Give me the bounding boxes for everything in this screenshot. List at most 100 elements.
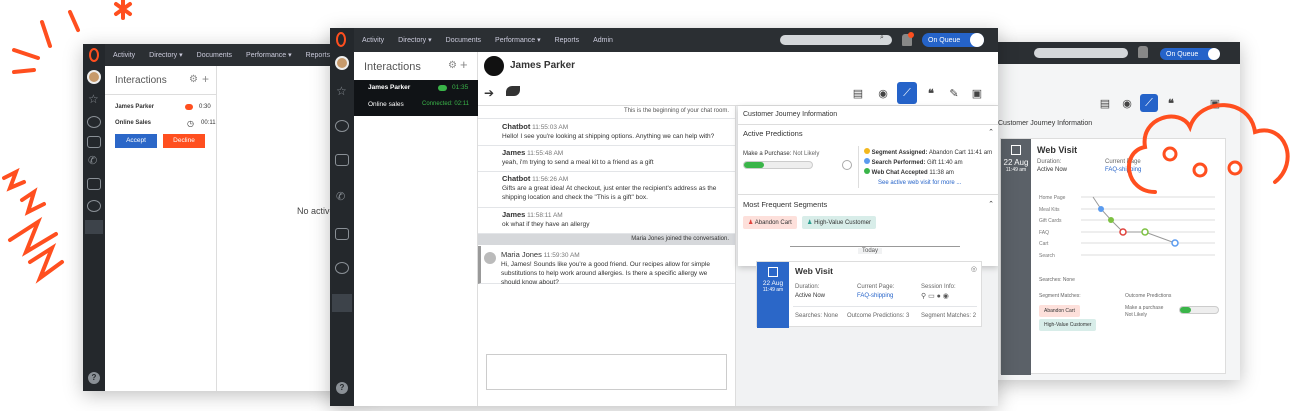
nav-directory[interactable]: Directory ▾ <box>398 36 431 44</box>
inbox-icon[interactable] <box>87 178 101 190</box>
interaction-item-james[interactable]: James Parker 01:35 <box>354 84 478 98</box>
settings-icon[interactable]: ⚙ <box>189 74 198 85</box>
interactions-icon[interactable] <box>332 294 352 312</box>
video-icon[interactable] <box>87 136 101 148</box>
chat-status-icon <box>438 85 447 91</box>
nav-activity[interactable]: Activity <box>113 52 135 59</box>
chat-icon[interactable] <box>87 116 101 128</box>
help-icon[interactable]: ? <box>88 372 100 384</box>
event-value: Gift <box>927 160 937 166</box>
interaction-item-james[interactable]: James Parker 0:30 <box>115 104 211 110</box>
add-icon[interactable]: + <box>202 72 209 86</box>
interactions-panel: Interactions ⚙ + James Parker 01:35 Onli… <box>354 52 478 406</box>
nav-reports[interactable]: Reports <box>555 37 580 44</box>
nav-admin[interactable]: Admin <box>593 37 613 44</box>
page-label: Search <box>1039 252 1055 259</box>
script-icon[interactable]: ▤ <box>849 84 867 102</box>
nav-documents[interactable]: Documents <box>197 52 232 59</box>
message-text: ok what if they have an allergy <box>502 221 590 228</box>
message-time: 11:55:03 AM <box>532 124 569 131</box>
message-text: Hi, James! Sounds like you're a good fri… <box>501 261 710 286</box>
phone-icon[interactable]: ✆ <box>88 154 97 167</box>
searches-text: Searches: None <box>1039 277 1075 283</box>
event-time: 11:38 am <box>929 170 954 176</box>
collapse-icon[interactable]: ⌃ <box>988 128 994 136</box>
quote-icon[interactable]: ❝ <box>922 84 940 102</box>
star-icon[interactable]: ☆ <box>336 84 347 98</box>
person-icon[interactable]: ◉ <box>874 84 892 102</box>
visit-time: 11:49 am <box>762 287 784 293</box>
chat-icon <box>864 168 870 174</box>
globe-icon[interactable] <box>87 200 101 212</box>
clipboard-icon[interactable]: ▣ <box>968 84 986 102</box>
on-queue-toggle[interactable]: On Queue <box>922 33 984 47</box>
conversation-header: James Parker ➔ <box>478 52 998 106</box>
interaction-name: Online sales <box>368 101 404 108</box>
current-page-link[interactable]: FAQ-shipping <box>857 293 893 299</box>
visit-date: 22 Aug <box>762 280 784 287</box>
interactions-icon[interactable] <box>85 220 103 234</box>
nav-performance[interactable]: Performance ▾ <box>246 51 292 59</box>
outcome-predictions-label: Outcome Predictions <box>1125 293 1172 299</box>
visit-date: 22 Aug <box>1003 158 1029 167</box>
segment-high-value[interactable]: ♟ High-Value Customer <box>802 216 876 229</box>
message-author: Chatbot <box>502 174 531 183</box>
avatar[interactable] <box>87 70 101 84</box>
outcome-predictions-text: Outcome Predictions: 3 <box>847 313 910 319</box>
purchase-label: Make a purchase <box>1125 305 1164 311</box>
add-icon[interactable]: + <box>460 57 468 72</box>
nav-activity[interactable]: Activity <box>362 37 384 44</box>
search-bar[interactable] <box>1034 48 1128 58</box>
visit-settings-icon[interactable]: ◎ <box>971 265 977 273</box>
video-icon[interactable] <box>335 154 349 166</box>
event-time: 11:40 am <box>938 160 963 166</box>
help-icon[interactable]: ? <box>336 382 348 394</box>
edit-icon[interactable]: ✎ <box>945 84 963 102</box>
segment-abandon-cart[interactable]: ♟ Abandon Cart <box>743 216 797 229</box>
nav-directory[interactable]: Directory ▾ <box>149 51 182 59</box>
journey-icon[interactable]: ⟋ <box>897 82 917 104</box>
contact-name: James Parker <box>510 60 576 71</box>
mute-icon[interactable] <box>506 86 520 96</box>
journey-panel: Customer Journey Information Active Pred… <box>738 106 998 266</box>
purchase-value: Not Likely <box>793 151 820 157</box>
chat-icon[interactable] <box>335 120 349 132</box>
toggle-knob <box>1208 48 1220 60</box>
nav-reports[interactable]: Reports <box>306 52 331 59</box>
queue-label: On Queue <box>1166 50 1199 58</box>
transfer-icon[interactable]: ➔ <box>484 86 494 100</box>
search-bar[interactable] <box>780 35 892 45</box>
segment-high-value[interactable]: High-Value Customer <box>1039 319 1097 331</box>
segment-abandon-cart[interactable]: Abandon Cart <box>1039 305 1080 317</box>
avatar[interactable] <box>335 56 349 70</box>
interaction-item-online-sales[interactable]: Online sales Connected: 02:11 <box>354 101 478 115</box>
phone-icon[interactable]: ✆ <box>336 190 345 203</box>
nav-performance[interactable]: Performance ▾ <box>495 36 541 44</box>
clock-icon: ◷ <box>187 119 194 128</box>
notification-icon[interactable] <box>1138 46 1148 58</box>
accept-button[interactable]: Accept <box>115 134 157 148</box>
see-more-link[interactable]: See active web visit for more ... <box>878 180 961 186</box>
globe-icon[interactable] <box>335 262 349 274</box>
nav-documents[interactable]: Documents <box>446 37 481 44</box>
script-icon[interactable]: ▤ <box>1096 94 1114 112</box>
search-icon <box>864 158 870 164</box>
collapse-icon[interactable]: ⌃ <box>988 200 994 208</box>
message-author: Maria Jones <box>501 250 542 259</box>
page-label: Home Page <box>1039 195 1066 201</box>
interaction-item-online-sales[interactable]: Online Sales ◷ 00:11 <box>115 119 216 128</box>
no-active-text: No active <box>297 206 335 216</box>
segments-title: Most Frequent Segments <box>743 200 828 209</box>
decline-button[interactable]: Decline <box>163 134 205 148</box>
message-text: Gifts are a great idea! At checkout, jus… <box>502 185 717 201</box>
interaction-name: Online Sales <box>115 120 152 126</box>
duration-value: Active Now <box>795 293 826 299</box>
on-queue-toggle[interactable]: On Queue <box>1160 48 1220 60</box>
star-icon[interactable]: ☆ <box>88 92 99 106</box>
settings-icon[interactable]: ⚙ <box>448 60 457 71</box>
search-icon[interactable]: ⌕ <box>880 34 884 42</box>
message-compose-box[interactable] <box>486 354 727 390</box>
inbox-icon[interactable] <box>335 228 349 240</box>
message-text: Hello! I see you're looking at shipping … <box>502 133 715 140</box>
event-web-chat: Web Chat Accepted 11:38 am <box>864 168 954 176</box>
